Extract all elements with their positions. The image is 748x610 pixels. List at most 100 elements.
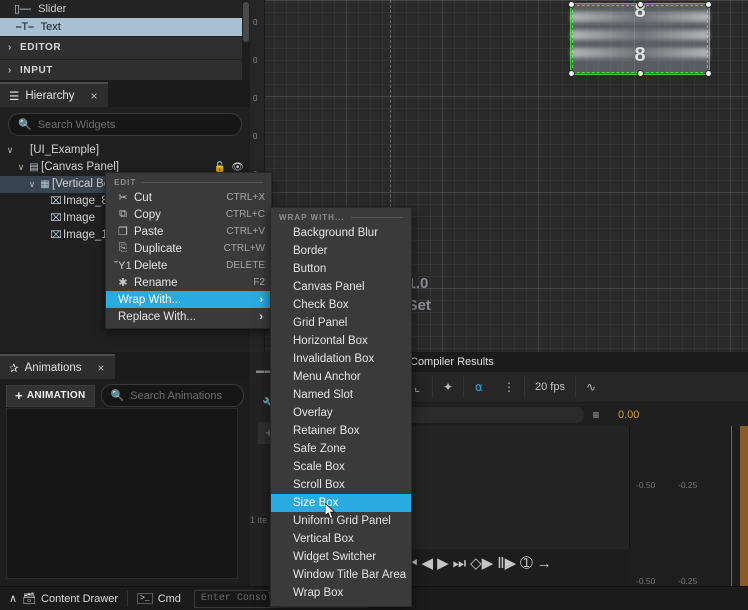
curve-icon[interactable]: ∿ [576, 372, 606, 402]
submenu-item[interactable]: Retainer Box [271, 422, 411, 440]
timeline-search-input[interactable] [404, 407, 584, 423]
submenu-item[interactable]: Widget Switcher [271, 548, 411, 566]
submenu-item[interactable]: Scroll Box [271, 476, 411, 494]
submenu-item[interactable]: Invalidation Box [271, 350, 411, 368]
section-label: EDIT [114, 178, 137, 187]
submenu-item[interactable]: Check Box [271, 296, 411, 314]
timeline-toolbar: ⌞ ✦ ⍺ ⋮ 20 fps ∿ [402, 372, 748, 403]
content-drawer-button[interactable]: ∧ 🗃 Content Drawer [0, 587, 127, 610]
context-menu-item[interactable]: Ὕ1 Delete DELETE [106, 257, 271, 274]
context-menu-item[interactable]: Wrap With... › [106, 291, 271, 308]
submenu-item[interactable]: Size Box [271, 494, 411, 512]
submenu-item[interactable]: Canvas Panel [271, 278, 411, 296]
submenu-item[interactable]: Button [271, 260, 411, 278]
hierarchy-tabbar: ☰ Hierarchy × [0, 80, 250, 107]
selected-widget-bounds[interactable]: 8 8 [568, 0, 712, 77]
context-menu-item[interactable]: ✂ Cut CTRL+X [106, 189, 271, 206]
context-menu-item[interactable]: ❐ Paste CTRL+V [106, 223, 271, 240]
magnet-icon[interactable]: ⍺ [464, 372, 494, 402]
submenu-item[interactable]: Vertical Box [271, 530, 411, 548]
chevron-down-icon[interactable]: ∨ [26, 176, 38, 193]
plus-icon: + [15, 388, 23, 403]
resize-handle-bc[interactable] [637, 70, 644, 77]
submenu-item[interactable]: Scale Box [271, 458, 411, 476]
submenu-item[interactable]: Background Blur [271, 224, 411, 242]
submenu-item[interactable]: Horizontal Box [271, 332, 411, 350]
widget-stripe [571, 30, 709, 40]
search-icon: 🔍 [18, 119, 32, 131]
tab-label: Animations [24, 361, 82, 374]
next-key-icon[interactable]: ◇▶ [470, 554, 493, 572]
filter-icon[interactable]: ≡ [584, 403, 608, 427]
submenu-item-label: Named Slot [293, 389, 354, 401]
cmd-button[interactable]: >_ Cmd [128, 587, 190, 610]
play-icon[interactable]: ▶ [437, 554, 449, 572]
context-menu-item[interactable]: Replace With... › [106, 308, 271, 325]
text-icon: ⎯T⎯ [16, 21, 34, 33]
context-menu-item[interactable]: ✱ Rename F2 [106, 274, 271, 291]
chevron-down-icon[interactable]: ∨ [4, 142, 16, 159]
context-menu-shortcut: DELETE [226, 260, 265, 271]
resize-handle-tc[interactable] [637, 1, 644, 8]
submenu-item[interactable]: Border [271, 242, 411, 260]
loop-icon[interactable]: ➀ [520, 554, 533, 572]
details-row-text[interactable]: ⎯T⎯ Text [0, 18, 250, 36]
resize-handle-br[interactable] [705, 70, 712, 77]
jump-end-icon[interactable]: Ⅱ▶ [497, 554, 516, 572]
close-icon[interactable]: × [98, 361, 105, 375]
step-forward-icon[interactable]: ⏭ [453, 555, 467, 572]
context-menu-item-label: Rename [134, 276, 178, 289]
ruler-tick: 0 [253, 94, 258, 103]
tab-hierarchy[interactable]: ☰ Hierarchy × [0, 82, 108, 107]
context-menu-item[interactable]: ⎘ Duplicate CTRL+W [106, 240, 271, 257]
context-menu-item[interactable]: ⧉ Copy CTRL+C [106, 206, 271, 223]
tab-compiler-results[interactable]: Compiler Results [402, 352, 748, 372]
playhead-line[interactable] [731, 426, 732, 587]
fps-selector[interactable]: 20 fps [525, 381, 575, 393]
widget-type-icon: ⌧ [50, 213, 62, 224]
submenu-item[interactable]: Menu Anchor [271, 368, 411, 386]
category-label: INPUT [20, 65, 53, 76]
submenu-item[interactable]: Wrap Box [271, 584, 411, 602]
timeline-track-area[interactable] [402, 426, 630, 549]
context-menu-shortcut: CTRL+C [225, 209, 265, 220]
timeline-curve-area[interactable]: -0.50 -0.25 -0.50 -0.25 [630, 426, 748, 587]
details-row-label: Slider [38, 3, 67, 15]
category-editor[interactable]: › EDITOR [0, 36, 250, 59]
cut-icon: ✂ [118, 192, 128, 204]
search-widgets-input[interactable]: 🔍 Search Widgets [8, 113, 242, 136]
add-animation-button[interactable]: + ANIMATION [6, 384, 95, 407]
resize-handle-tr[interactable] [705, 1, 712, 8]
context-menu: EDIT ✂ Cut CTRL+X ⧉ Copy CTRL+C ❐ Paste CTRL+V ⎘ D… [105, 172, 272, 329]
play-reverse-icon[interactable]: ◀ [422, 554, 434, 572]
animations-list[interactable] [6, 408, 238, 579]
category-input[interactable]: › INPUT [0, 59, 250, 82]
submenu-item[interactable]: Named Slot [271, 386, 411, 404]
resize-handle-bl[interactable] [568, 70, 575, 77]
close-icon[interactable]: × [91, 89, 98, 103]
current-time-value[interactable]: 0.00 [608, 409, 639, 421]
submenu-item-label: Invalidation Box [293, 353, 375, 365]
more-options-icon[interactable]: ⋮ [494, 372, 524, 402]
search-placeholder: Search Animations [130, 389, 222, 402]
details-row-slider[interactable]: ▯— Slider [0, 0, 250, 18]
submenu-item-label: Scale Box [293, 461, 345, 473]
search-animations-input[interactable]: 🔍 Search Animations [100, 384, 244, 407]
resize-handle-tl[interactable] [568, 1, 575, 8]
tab-animations[interactable]: ✰ Animations × [0, 354, 115, 379]
submenu-item-label: Widget Switcher [293, 551, 377, 563]
submenu-item[interactable]: Safe Zone [271, 440, 411, 458]
curve-range-bar[interactable] [740, 426, 748, 587]
submenu-item[interactable]: Window Title Bar Area [271, 566, 411, 584]
animation-icon: ✰ [9, 362, 19, 375]
range-icon[interactable]: → [537, 555, 552, 572]
tree-node[interactable]: ∨ [UI_Example] [0, 142, 250, 159]
chevron-down-icon[interactable]: ∨ [15, 159, 27, 176]
submenu-item[interactable]: Overlay [271, 404, 411, 422]
submenu-item-label: Button [293, 263, 327, 275]
submenu-item[interactable]: Grid Panel [271, 314, 411, 332]
key-icon[interactable]: ✦ [433, 372, 463, 402]
details-panel-top: ▯— Slider ⎯T⎯ Text › EDITOR › INPUT [0, 0, 250, 82]
details-scrollbar[interactable] [242, 0, 250, 80]
submenu-item[interactable]: Uniform Grid Panel [271, 512, 411, 530]
